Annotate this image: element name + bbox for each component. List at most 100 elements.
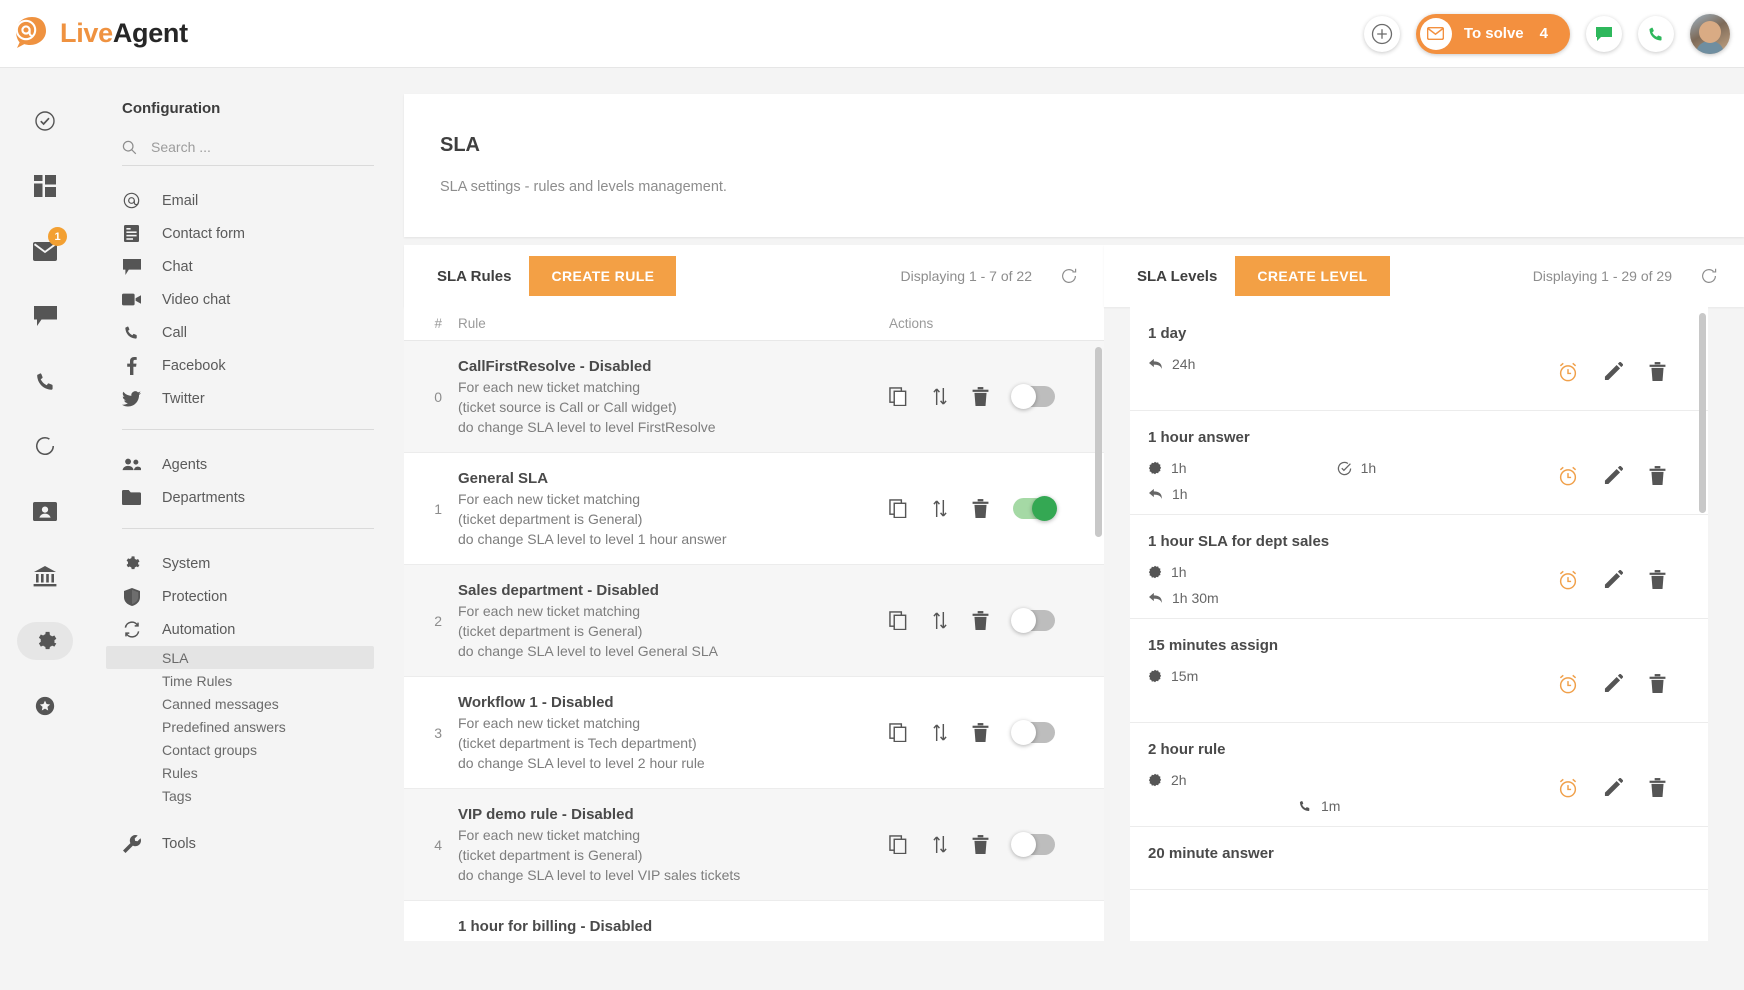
create-level-button[interactable]: CREATE LEVEL — [1235, 256, 1389, 296]
rail-item-chats[interactable] — [17, 297, 73, 335]
alarm-clock-icon[interactable] — [1558, 466, 1578, 486]
rail-item-tickets-overview[interactable] — [17, 102, 73, 140]
sidebar-item-predefined-answers[interactable]: Predefined answers — [106, 715, 374, 738]
call-status-button[interactable] — [1638, 16, 1674, 52]
rule-condition-intro: For each new ticket matching — [458, 603, 889, 619]
levels-scrollbar[interactable] — [1699, 307, 1706, 941]
sort-icon[interactable] — [932, 723, 948, 742]
sidebar-item-system[interactable]: System — [106, 547, 374, 580]
sidebar-item-canned-messages[interactable]: Canned messages — [106, 692, 374, 715]
trash-icon[interactable] — [972, 611, 989, 630]
copy-icon[interactable] — [889, 611, 908, 630]
level-name: 2 hour rule — [1148, 741, 1558, 758]
sort-icon[interactable] — [932, 387, 948, 406]
alarm-clock-icon[interactable] — [1558, 778, 1578, 798]
trash-icon[interactable] — [972, 387, 989, 406]
list-item[interactable]: 1 hour SLA for dept sales 1h — [1130, 515, 1708, 619]
table-row[interactable]: 0 CallFirstResolve - Disabled For each n… — [404, 341, 1104, 453]
table-row[interactable]: 4 VIP demo rule - Disabled For each new … — [404, 789, 1104, 901]
add-button[interactable] — [1364, 16, 1400, 52]
chat-status-button[interactable] — [1586, 16, 1622, 52]
pencil-icon[interactable] — [1604, 466, 1623, 485]
trash-icon[interactable] — [1649, 674, 1666, 693]
sidebar-item-tags[interactable]: Tags — [106, 784, 374, 807]
rail-item-customers[interactable] — [17, 492, 73, 530]
copy-icon[interactable] — [889, 835, 908, 854]
table-row[interactable]: 2 Sales department - Disabled For each n… — [404, 565, 1104, 677]
sidebar-item-automation[interactable]: Automation — [106, 613, 374, 646]
sidebar-item-contact-form[interactable]: Contact form — [106, 217, 374, 250]
list-item[interactable]: 1 hour answer 1h — [1130, 411, 1708, 515]
metric-value: 2h — [1171, 772, 1187, 788]
sidebar-item-protection[interactable]: Protection — [106, 580, 374, 613]
list-item[interactable]: 20 minute answer — [1130, 827, 1708, 890]
liveagent-logo[interactable]: LiveAgent — [12, 13, 188, 55]
to-solve-button[interactable]: To solve 4 — [1416, 14, 1570, 54]
trash-icon[interactable] — [1649, 778, 1666, 797]
trash-icon[interactable] — [972, 499, 989, 518]
table-row[interactable]: 1 General SLA For each new ticket matchi… — [404, 453, 1104, 565]
sidebar-item-twitter[interactable]: Twitter — [106, 382, 374, 415]
sidebar-item-chat[interactable]: Chat — [106, 250, 374, 283]
sidebar-item-facebook[interactable]: Facebook — [106, 349, 374, 382]
sidebar-item-call[interactable]: Call — [106, 316, 374, 349]
alarm-clock-icon[interactable] — [1558, 570, 1578, 590]
alarm-clock-icon[interactable] — [1558, 362, 1578, 382]
pencil-icon[interactable] — [1604, 570, 1623, 589]
rail-item-knowledge-base[interactable] — [17, 557, 73, 595]
sidebar-item-video-chat[interactable]: Video chat — [106, 283, 374, 316]
sidebar-item-agents[interactable]: Agents — [106, 448, 374, 481]
table-row[interactable]: 1 hour for billing - Disabled — [404, 901, 1104, 941]
sort-icon[interactable] — [932, 499, 948, 518]
copy-icon[interactable] — [889, 499, 908, 518]
refresh-icon — [1700, 267, 1718, 285]
rule-content: CallFirstResolve - Disabled For each new… — [442, 341, 889, 452]
trash-icon[interactable] — [1649, 466, 1666, 485]
rule-enabled-toggle[interactable] — [1013, 610, 1055, 631]
pencil-icon[interactable] — [1604, 778, 1623, 797]
rules-refresh-button[interactable] — [1060, 267, 1078, 285]
create-rule-button[interactable]: CREATE RULE — [529, 256, 676, 296]
sidebar-item-sla[interactable]: SLA — [106, 646, 374, 669]
sidebar-item-contact-groups[interactable]: Contact groups — [106, 738, 374, 761]
copy-icon[interactable] — [889, 387, 908, 406]
tickets-badge: 1 — [48, 227, 67, 246]
copy-icon[interactable] — [889, 723, 908, 742]
sidebar-item-departments[interactable]: Departments — [106, 481, 374, 514]
trash-icon[interactable] — [1649, 570, 1666, 589]
trash-icon[interactable] — [972, 835, 989, 854]
rules-scrollbar[interactable] — [1095, 341, 1102, 941]
rule-name: Workflow 1 - Disabled — [458, 694, 889, 711]
pencil-icon[interactable] — [1604, 674, 1623, 693]
rail-item-tickets[interactable]: 1 — [17, 232, 73, 270]
sidebar-item-email[interactable]: Email — [106, 184, 374, 217]
rule-action: do change SLA level to level 2 hour rule — [458, 755, 889, 771]
rail-item-dashboard[interactable] — [17, 167, 73, 205]
rail-item-calls[interactable] — [17, 362, 73, 400]
sort-icon[interactable] — [932, 835, 948, 854]
rule-enabled-toggle[interactable] — [1013, 834, 1055, 855]
pencil-icon[interactable] — [1604, 362, 1623, 381]
levels-refresh-button[interactable] — [1700, 267, 1718, 285]
rule-enabled-toggle[interactable] — [1013, 386, 1055, 407]
rule-condition: (ticket source is Call or Call widget) — [458, 399, 889, 415]
search-input[interactable] — [151, 139, 341, 155]
trash-icon[interactable] — [972, 723, 989, 742]
sort-icon[interactable] — [932, 611, 948, 630]
table-row[interactable]: 3 Workflow 1 - Disabled For each new tic… — [404, 677, 1104, 789]
list-item[interactable]: 15 minutes assign 15m — [1130, 619, 1708, 723]
alarm-clock-icon[interactable] — [1558, 674, 1578, 694]
rail-item-activity[interactable] — [17, 427, 73, 465]
sidebar-item-tools[interactable]: Tools — [106, 827, 374, 860]
sidebar-item-rules[interactable]: Rules — [106, 761, 374, 784]
list-item[interactable]: 1 day 24h — [1130, 307, 1708, 411]
user-avatar[interactable] — [1690, 14, 1730, 54]
rule-enabled-toggle[interactable] — [1013, 722, 1055, 743]
sidebar-item-time-rules[interactable]: Time Rules — [106, 669, 374, 692]
rule-enabled-toggle[interactable] — [1013, 498, 1055, 519]
rail-item-reports[interactable] — [17, 687, 73, 725]
trash-icon[interactable] — [1649, 362, 1666, 381]
sidebar-search[interactable] — [122, 139, 374, 166]
list-item[interactable]: 2 hour rule 2h 1m — [1130, 723, 1708, 827]
rail-item-configuration[interactable] — [17, 622, 73, 660]
